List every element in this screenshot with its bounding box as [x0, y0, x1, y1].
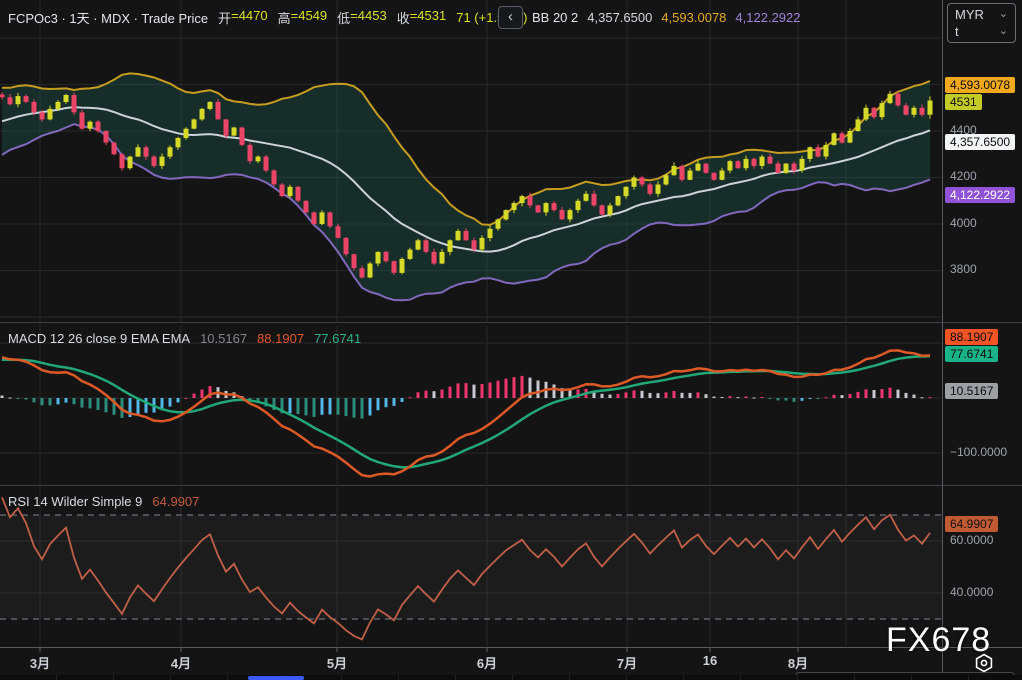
chevron-down-icon: ⌄: [998, 8, 1008, 20]
divider-macd-rsi: [0, 485, 1022, 486]
symbol-title[interactable]: FCPOc3 · 1天 · MDX · Trade Price: [8, 8, 208, 27]
rsi-indicator-header: RSI 14 Wilder Simple 9 64.9907: [8, 494, 199, 509]
bb-lower-value: 4,122.2922: [735, 10, 801, 25]
currency-unit-selector: MYR ⌄ t ⌄: [947, 3, 1016, 43]
price-axis-tick: 3800: [950, 262, 977, 276]
bb-basis-value: 4,357.6500: [587, 10, 653, 25]
time-label-7月: 7月: [616, 656, 638, 671]
ohlc-value: =4549: [290, 8, 328, 23]
time-label-4月: 4月: [170, 656, 192, 671]
bb-lower-badge: 4,122.2922: [945, 187, 1016, 203]
divider-main-macd: [0, 322, 1022, 323]
macd-indicator-label[interactable]: MACD 12 26 close 9 EMA EMA: [8, 331, 190, 346]
ohlc-pair: 高 =4549: [278, 8, 328, 27]
ohlc-label: 收: [396, 11, 410, 26]
chevron-down-icon: ⌄: [998, 25, 1008, 37]
time-label-3月: 3月: [29, 656, 51, 671]
macd-line-value: 88.1907: [257, 331, 305, 346]
price-axis-tick: 40.0000: [950, 585, 994, 599]
rsi-badge: 64.9907: [945, 516, 999, 532]
ohlc-pair: 低 =4453: [337, 8, 387, 27]
price-axis-tick: 4000: [950, 216, 977, 230]
macd-signal-badge: 77.6741: [945, 346, 999, 362]
rsi-indicator-label[interactable]: RSI 14 Wilder Simple 9: [8, 494, 142, 509]
ohlc-value: =4453: [350, 8, 387, 23]
ohlc-label: 开: [218, 11, 232, 26]
bb-upper-value: 4,593.0078: [661, 10, 727, 25]
price-axis-tick: −100.0000: [950, 445, 1008, 459]
bb-upper-badge: 4,593.0078: [945, 77, 1016, 93]
ohlc-label: 高: [277, 11, 291, 26]
bb-indicator-label[interactable]: BB 20 2: [532, 10, 578, 25]
currency-value: MYR: [955, 7, 984, 22]
macd-hist-badge: 10.5167: [945, 383, 999, 399]
macd-hist-value: 10.5167: [200, 331, 248, 346]
price-axis-tick: 4200: [950, 169, 977, 183]
back-button[interactable]: ‹: [498, 6, 523, 29]
bottom-toolbar-strip: [0, 675, 1022, 680]
time-label-6月: 6月: [476, 656, 498, 671]
last-price-badge: 4531: [945, 94, 982, 110]
price-axis[interactable]: 4400 4200 4000 3800 4,593.0078 4531 4,357.6500…: [943, 0, 1022, 675]
bb-indicator-row: ‹ BB 20 2 4,357.6500 4,593.0078 4,122.29…: [498, 6, 801, 29]
ohlc-values: 开 =4470 高 =4549 低 =4453 收 =4531: [218, 8, 446, 27]
unit-value: t: [955, 24, 959, 39]
macd-indicator-header: MACD 12 26 close 9 EMA EMA 10.5167 88.19…: [8, 331, 361, 346]
macd-signal-value: 77.6741: [314, 331, 362, 346]
trading-chart-app: FCPOc3 · 1天 · MDX · Trade Price 开 =4470 高 =…: [0, 0, 1022, 680]
macd-line-badge: 88.1907: [945, 329, 999, 345]
ohlc-value: =4470: [231, 8, 268, 23]
time-axis[interactable]: 3月 4月 5月 6月 7月 16 8月: [0, 647, 942, 675]
bb-basis-badge: 4,357.6500: [945, 134, 1016, 150]
price-axis-tick: 60.0000: [950, 533, 994, 547]
unit-dropdown[interactable]: t ⌄: [955, 24, 1008, 39]
scrollbar-thumb[interactable]: [248, 676, 304, 680]
hexagon-logo-icon: [975, 653, 993, 673]
ohlc-pair: 开 =4470: [218, 8, 268, 27]
chart-header: FCPOc3 · 1天 · MDX · Trade Price 开 =4470 高 =…: [8, 8, 527, 27]
time-label-16: 16: [702, 653, 718, 668]
time-label-5月: 5月: [326, 656, 348, 671]
time-label-8月: 8月: [787, 656, 809, 671]
currency-dropdown[interactable]: MYR ⌄: [955, 7, 1008, 22]
chevron-left-icon: ‹: [508, 8, 513, 25]
ohlc-value: =4531: [409, 8, 447, 23]
ohlc-label: 低: [337, 11, 351, 26]
rsi-value: 64.9907: [152, 494, 200, 509]
ohlc-pair: 收 =4531: [397, 8, 447, 27]
